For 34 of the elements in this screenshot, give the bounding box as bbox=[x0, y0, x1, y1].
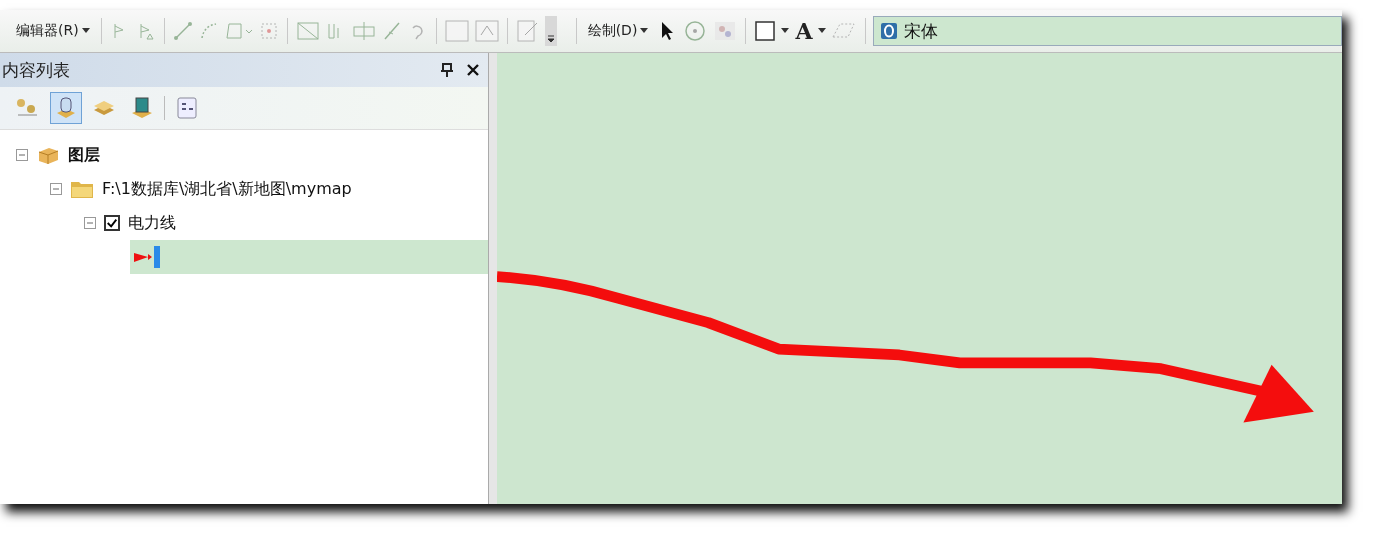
pin-icon[interactable] bbox=[440, 62, 454, 78]
chevron-down-icon bbox=[546, 34, 555, 44]
caret-icon[interactable] bbox=[818, 28, 827, 34]
tree-item-label[interactable]: 图层 bbox=[68, 144, 100, 166]
rectangle-icon[interactable] bbox=[753, 19, 778, 43]
toolbar-overflow-button[interactable] bbox=[544, 16, 557, 46]
caret-icon[interactable] bbox=[640, 28, 649, 34]
tree-item-label[interactable]: F:\1数据库\湖北省\新地图\mymap bbox=[102, 178, 352, 200]
collapse-icon[interactable] bbox=[84, 217, 96, 229]
reshape-tool-icon[interactable] bbox=[294, 20, 321, 42]
options-icon bbox=[174, 95, 200, 121]
tree-item-label[interactable]: 电力线 bbox=[128, 212, 176, 234]
attributes-icon[interactable] bbox=[443, 19, 470, 43]
font-icon bbox=[880, 22, 899, 40]
layers-icon bbox=[36, 145, 60, 165]
sketch-properties-icon[interactable] bbox=[473, 19, 500, 43]
arrow-symbol-icon bbox=[132, 246, 162, 268]
checkbox[interactable] bbox=[104, 215, 120, 231]
line-tool-icon[interactable] bbox=[171, 20, 194, 42]
text-tool-button[interactable]: A bbox=[793, 18, 815, 44]
editor-menu[interactable]: 编辑器(R) bbox=[12, 20, 94, 42]
caret-icon[interactable] bbox=[81, 28, 90, 34]
folder-icon bbox=[70, 179, 94, 199]
collapse-icon[interactable] bbox=[50, 183, 62, 195]
close-icon[interactable] bbox=[466, 63, 480, 77]
font-field[interactable]: 宋体 bbox=[873, 16, 1342, 46]
collapse-icon[interactable] bbox=[16, 149, 28, 161]
caret-icon[interactable] bbox=[781, 28, 790, 34]
draw-menu[interactable]: 绘制(D) bbox=[583, 20, 653, 42]
polygon-tool-icon[interactable] bbox=[223, 20, 254, 42]
list-by-source-tab[interactable] bbox=[50, 92, 82, 124]
panel-title: 内容列表 bbox=[2, 58, 71, 82]
map-view[interactable] bbox=[489, 53, 1342, 504]
cut-tool-icon[interactable] bbox=[350, 20, 377, 42]
